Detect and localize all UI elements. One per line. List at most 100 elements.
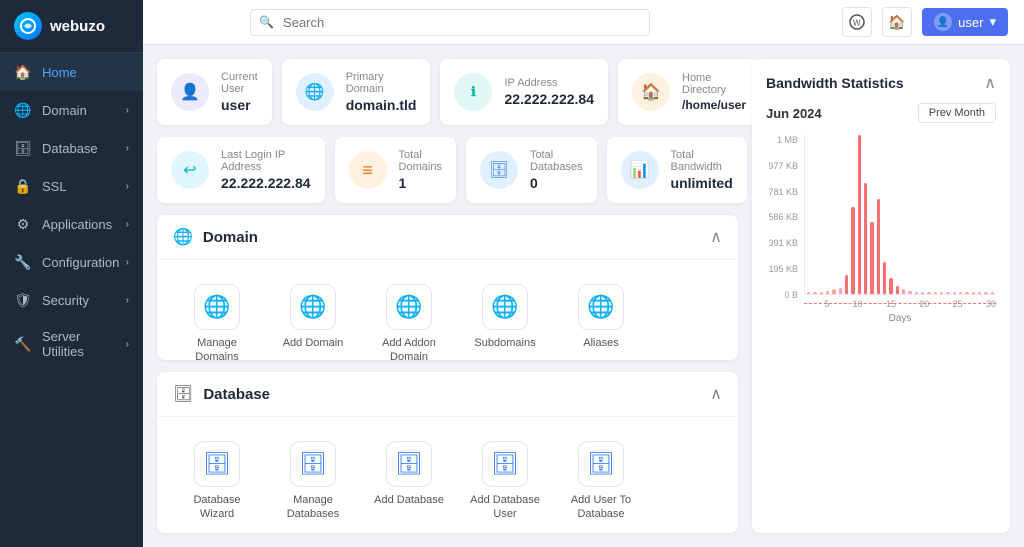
- user-menu-button[interactable]: 👤 user ▾: [922, 8, 1008, 36]
- wordpress-icon: W: [849, 14, 865, 30]
- manage-databases-label: Manage Databases: [275, 493, 351, 522]
- chart-bar: [896, 286, 899, 294]
- bandwidth-month-row: Jun 2024 Prev Month: [766, 103, 996, 123]
- primary-domain-icon: 🌐: [296, 73, 334, 111]
- add-database-user-item[interactable]: 🗄 Add Database User: [461, 433, 549, 530]
- sidebar-item-server-utilities[interactable]: 🔨 Server Utilities ›: [0, 319, 143, 369]
- current-user-value: user: [221, 97, 258, 113]
- domain-section-toggle[interactable]: ∧: [710, 227, 722, 247]
- chart-bar: [940, 292, 943, 294]
- wordpress-icon-button[interactable]: W: [842, 7, 872, 37]
- chart-bar: [965, 292, 968, 294]
- domain-section-header[interactable]: 🌐 Domain ∧: [157, 215, 738, 260]
- chart-bar-wrap: [896, 135, 899, 294]
- chart-bar-wrap: [991, 135, 994, 294]
- aliases-icon: 🌐: [578, 284, 624, 330]
- ip-address-icon: ℹ: [454, 73, 492, 111]
- manage-databases-item[interactable]: 🗄 Manage Databases: [269, 433, 357, 530]
- chart-bar-wrap: [978, 135, 981, 294]
- database-section-title: Database: [203, 386, 710, 403]
- chart-bar: [908, 291, 911, 294]
- chart-bar-wrap: [889, 135, 892, 294]
- chart-bar: [991, 292, 994, 294]
- database-section-toggle[interactable]: ∧: [710, 384, 722, 404]
- dashed-threshold-line: [804, 303, 996, 304]
- current-user-icon: 👤: [171, 73, 209, 111]
- sidebar-item-label-domain: Domain: [42, 103, 126, 118]
- chart-inner: 5 10 15 20 25 30 Days: [804, 135, 996, 324]
- sidebar-arrow-ssl: ›: [126, 181, 129, 192]
- database-wizard-item[interactable]: 🗄 Database Wizard: [173, 433, 261, 530]
- chart-bar: [813, 292, 816, 294]
- aliases-item[interactable]: 🌐 Aliases: [557, 276, 645, 360]
- svg-text:W: W: [853, 19, 861, 28]
- primary-domain-value: domain.tld: [346, 97, 417, 113]
- add-user-to-database-item[interactable]: 🗄 Add User To Database: [557, 433, 645, 530]
- sidebar-arrow-domain: ›: [126, 105, 129, 116]
- add-addon-domain-item[interactable]: 🌐 Add Addon Domain: [365, 276, 453, 360]
- y-label-0: 0 B: [766, 290, 798, 300]
- subdomains-label: Subdomains: [474, 336, 535, 350]
- add-user-to-database-icon: 🗄: [578, 441, 624, 487]
- search-input[interactable]: [250, 9, 650, 36]
- domain-section-body: 🌐 Manage Domains 🌐 Add Domain 🌐 Add Addo…: [157, 260, 738, 360]
- add-database-item[interactable]: 🗄 Add Database: [365, 433, 453, 530]
- left-panel: 👤 Current User user 🌐 Primary Domain dom…: [157, 59, 738, 533]
- add-domain-item[interactable]: 🌐 Add Domain: [269, 276, 357, 360]
- home-directory-label: Home Directory: [682, 72, 746, 96]
- chart-bar-wrap: [908, 135, 911, 294]
- chart-bar: [807, 292, 810, 294]
- y-label-977: 977 KB: [766, 161, 798, 171]
- sidebar-item-configuration[interactable]: 🔧 Configuration ›: [0, 243, 143, 281]
- sidebar-item-database[interactable]: 🗄 Database ›: [0, 129, 143, 167]
- domain-nav-icon: 🌐: [14, 101, 32, 119]
- chart-x-axis-title: Days: [804, 313, 996, 324]
- home-icon-button[interactable]: 🏠: [882, 7, 912, 37]
- chart-bar-wrap: [984, 135, 987, 294]
- manage-domains-label: Manage Domains: [179, 336, 255, 360]
- chart-bar: [902, 289, 905, 294]
- sidebar-item-label-ssl: SSL: [42, 179, 126, 194]
- manage-domains-item[interactable]: 🌐 Manage Domains: [173, 276, 261, 360]
- bandwidth-month: Jun 2024: [766, 106, 822, 121]
- total-databases-icon: 🗄: [480, 151, 518, 189]
- search-icon: 🔍: [259, 15, 274, 29]
- sidebar-arrow-applications: ›: [126, 219, 129, 230]
- chart-bar: [915, 292, 918, 294]
- logo-text: webuzo: [50, 18, 105, 35]
- chart-bars-row: [804, 135, 996, 295]
- sidebar-item-security[interactable]: 🛡 Security ›: [0, 281, 143, 319]
- sidebar-item-home[interactable]: 🏠 Home: [0, 53, 143, 91]
- chart-bar: [946, 292, 949, 294]
- search-box: 🔍: [250, 9, 650, 36]
- bandwidth-title: Bandwidth Statistics: [766, 75, 904, 91]
- database-section-header[interactable]: 🗄 Database ∧: [157, 372, 738, 417]
- prev-month-button[interactable]: Prev Month: [918, 103, 996, 123]
- chart-bar: [826, 291, 829, 294]
- domain-section-title: Domain: [203, 229, 710, 246]
- x-spacer5: [932, 299, 949, 309]
- subdomains-item[interactable]: 🌐 Subdomains: [461, 276, 549, 360]
- chart-bar: [972, 292, 975, 294]
- sidebar-item-label-security: Security: [42, 293, 126, 308]
- add-addon-domain-label: Add Addon Domain: [371, 336, 447, 360]
- bandwidth-toggle[interactable]: ∧: [984, 73, 996, 93]
- sidebar-item-label-applications: Applications: [42, 217, 126, 232]
- chart-bar-wrap: [946, 135, 949, 294]
- sidebar-item-ssl[interactable]: 🔒 SSL ›: [0, 167, 143, 205]
- x-spacer6: [966, 299, 983, 309]
- main: 🔍 W 🏠 👤 user ▾: [143, 0, 1024, 547]
- sidebar-item-applications[interactable]: ⚙ Applications ›: [0, 205, 143, 243]
- ip-address-label: IP Address: [504, 77, 594, 89]
- chart-bar-wrap: [826, 135, 829, 294]
- stat-card-home-directory: 🏠 Home Directory /home/user: [618, 59, 760, 125]
- total-databases-value: 0: [530, 175, 583, 191]
- chart-bar: [889, 278, 892, 294]
- primary-domain-label: Primary Domain: [346, 71, 417, 95]
- header-icons: W 🏠 👤 user ▾: [842, 7, 1008, 37]
- chart-bar: [832, 289, 835, 294]
- bandwidth-header: Bandwidth Statistics ∧: [766, 73, 996, 93]
- chart-bar-wrap: [934, 135, 937, 294]
- domain-icon-grid: 🌐 Manage Domains 🌐 Add Domain 🌐 Add Addo…: [173, 276, 722, 360]
- sidebar-item-domain[interactable]: 🌐 Domain ›: [0, 91, 143, 129]
